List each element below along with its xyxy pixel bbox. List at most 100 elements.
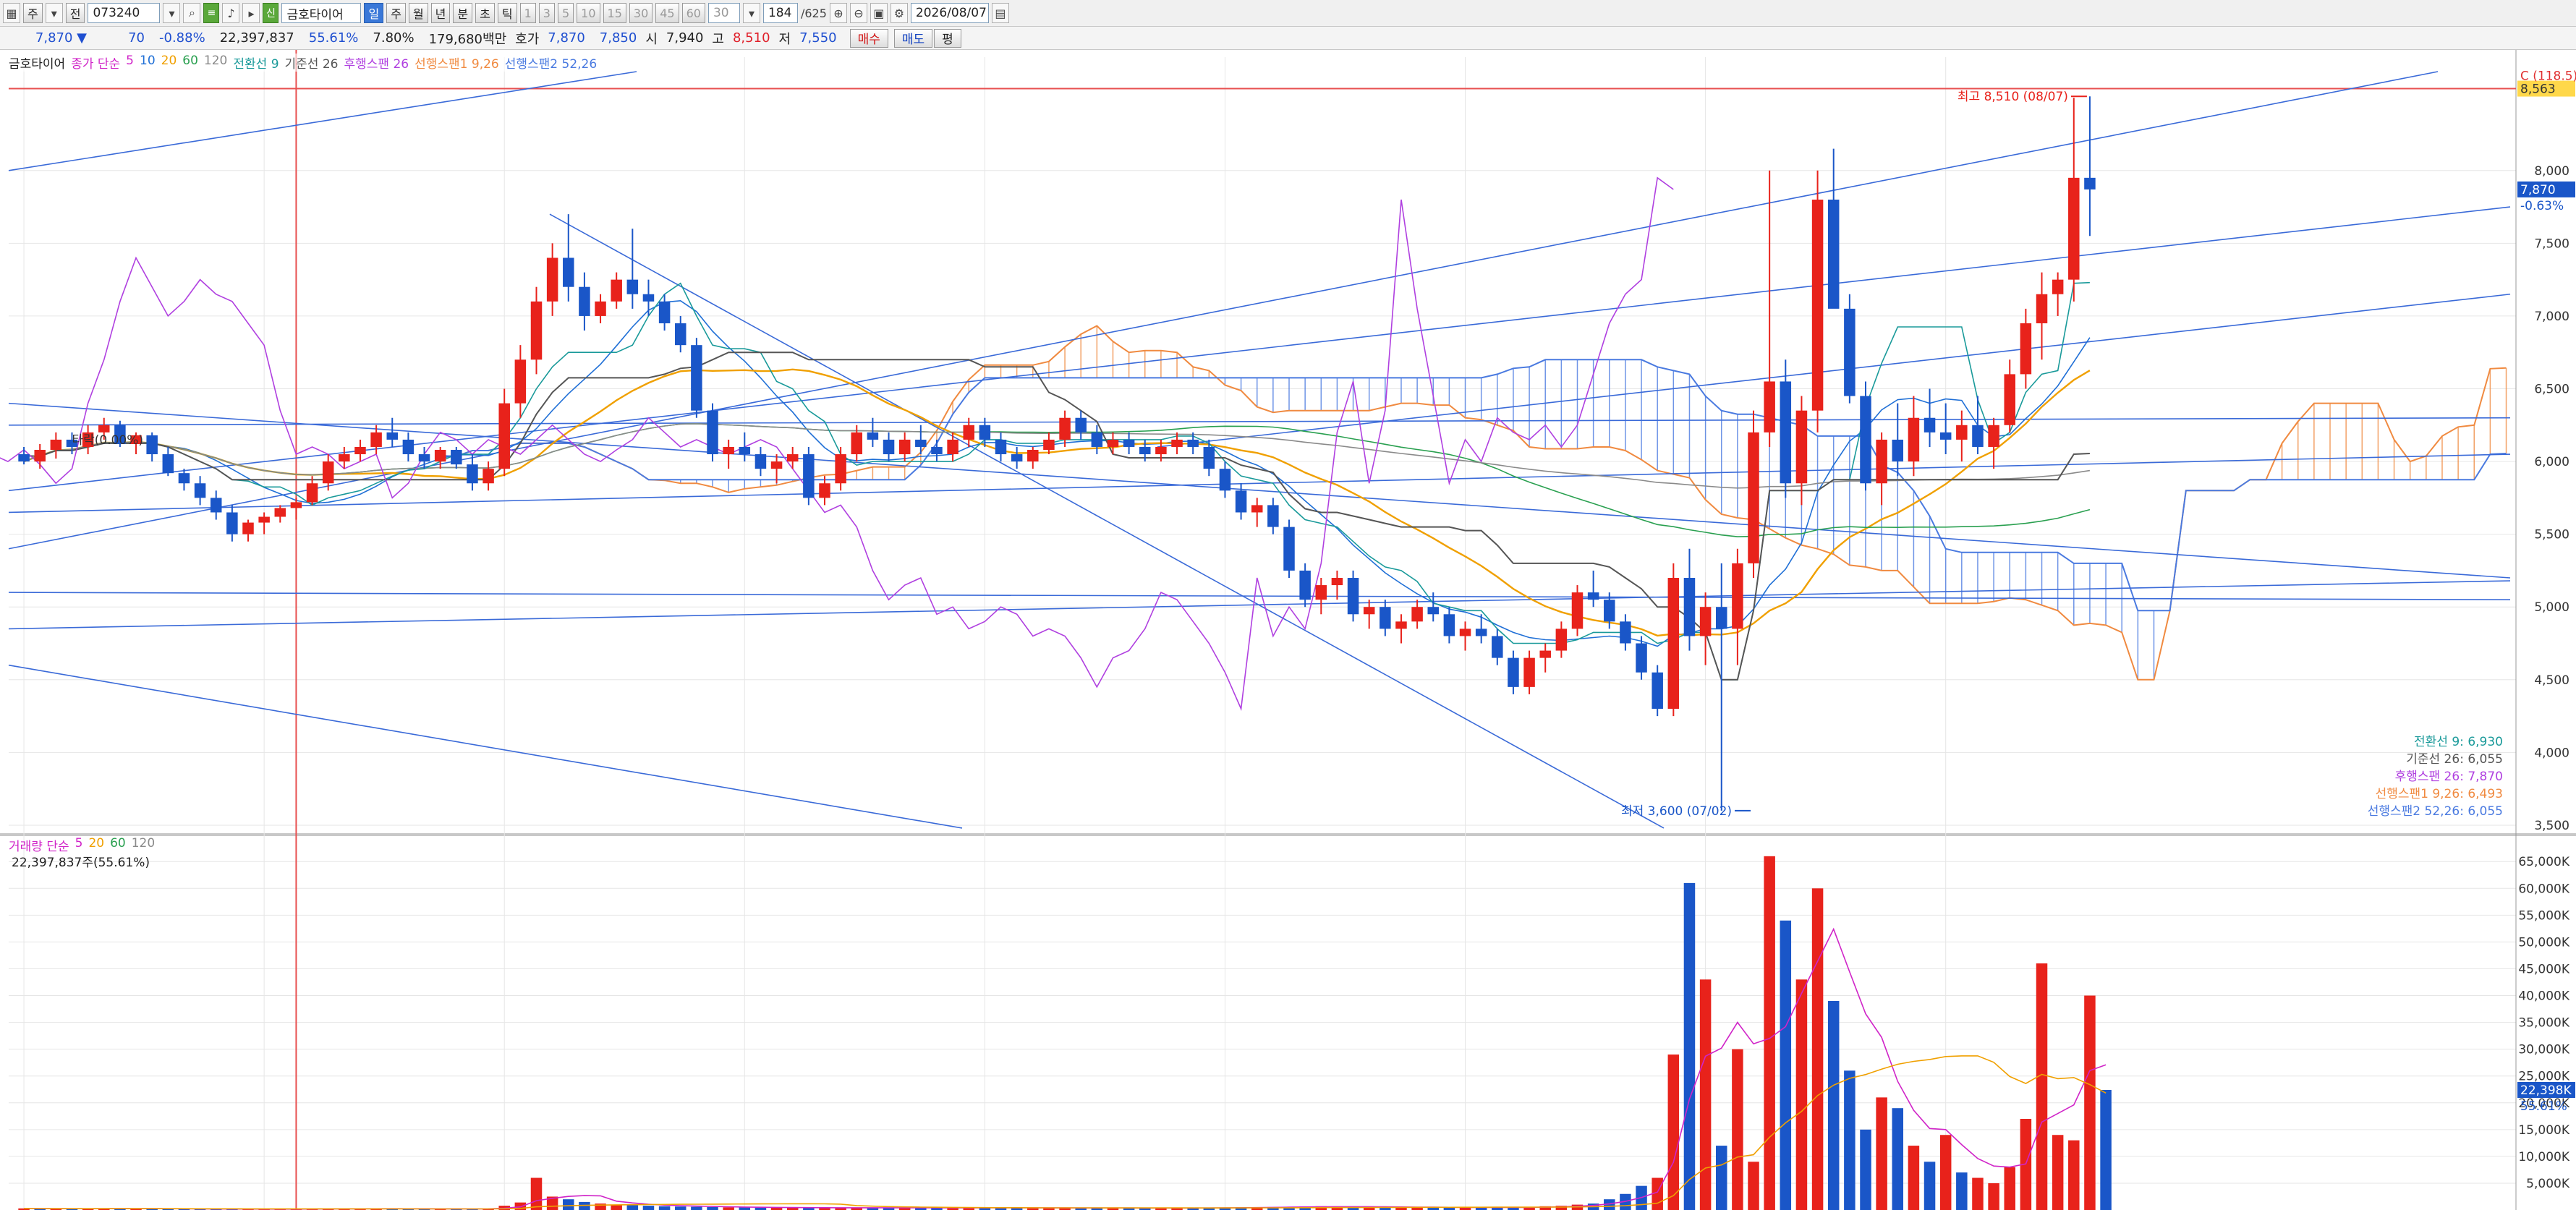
zoom-in-icon[interactable]: ⊕ (829, 3, 847, 23)
candle-body (1347, 577, 1359, 615)
zoom-out-icon[interactable]: ⊖ (849, 3, 867, 23)
low-annotation: 최저 3,600 (07/02) (1621, 804, 1732, 819)
unit-5-button[interactable]: 5 (557, 3, 574, 23)
volume-bar (739, 1207, 751, 1210)
period-week-tab[interactable]: 주 (386, 3, 406, 23)
volume-tick-label: 10,000K (2518, 1150, 2569, 1164)
candle-body (2020, 323, 2032, 375)
candle-body (1604, 600, 1615, 622)
trend-line (8, 402, 2511, 579)
candle-body (915, 439, 927, 447)
candle-body (707, 410, 718, 455)
save-icon[interactable]: ▣ (870, 3, 888, 23)
period-tick-tab[interactable]: 틱 (497, 3, 517, 23)
unit-30-button[interactable]: 30 (629, 3, 653, 23)
conversion-line (24, 281, 2090, 681)
unit-1-button[interactable]: 1 (519, 3, 536, 23)
candle-body (898, 439, 911, 455)
period-month-tab[interactable]: 월 (408, 3, 428, 23)
volume-tick-label: 25,000K (2518, 1070, 2569, 1084)
candle-body (1139, 446, 1151, 455)
candle-body (786, 454, 799, 462)
candle-body (1860, 396, 1871, 484)
trend-line (8, 592, 2511, 600)
count-total: /625 (800, 6, 827, 20)
candle-body (931, 446, 943, 455)
volume-bar (2068, 1140, 2080, 1210)
calendar-icon[interactable]: ▤ (991, 3, 1009, 23)
unit-15-button[interactable]: 15 (603, 3, 626, 23)
period-day-button[interactable]: 일 (364, 3, 384, 23)
candle-body (2004, 374, 2015, 425)
volume-tick-label: 30,000K (2518, 1043, 2569, 1057)
unit-input[interactable]: 30 (707, 3, 740, 23)
unit-3-button[interactable]: 3 (538, 3, 555, 23)
candle-body (386, 432, 399, 440)
volume-bar (1795, 979, 1808, 1210)
ask-label: 호가 (515, 31, 540, 47)
base-line (24, 352, 2090, 681)
indicator-value: 기준선 26: 6,055 (2406, 752, 2503, 767)
code-dropdown-icon[interactable]: ▾ (163, 3, 181, 23)
candle-body (1155, 446, 1167, 455)
candle-body (418, 454, 430, 462)
unit-dropdown-icon[interactable]: ▾ (742, 3, 760, 23)
period-minute-tab[interactable]: 분 (453, 3, 473, 23)
unit-10-button[interactable]: 10 (577, 3, 600, 23)
stock-name-field[interactable]: 금호타이어 (281, 3, 362, 23)
sell-button[interactable]: 매도 (893, 28, 933, 48)
eval-button[interactable]: 평 (934, 28, 961, 48)
candle-body (451, 449, 462, 465)
candle-body (483, 469, 494, 484)
volume-bar (2036, 963, 2048, 1210)
candle-body (563, 257, 574, 287)
volume-bar (691, 1206, 702, 1210)
indicator-value: 선행스팬1 9,26: 6,493 (2376, 787, 2503, 801)
candle-body (1764, 381, 1775, 433)
candle-body (867, 432, 879, 440)
legend-conv: 전환선 9 (233, 57, 279, 72)
period-second-tab[interactable]: 초 (475, 3, 495, 23)
period-year-tab[interactable]: 년 (430, 3, 451, 23)
candle-body (2084, 177, 2096, 189)
candle-body (1492, 636, 1503, 658)
volume-bar (642, 1206, 655, 1210)
legend-ma5: 5 (126, 54, 134, 68)
volume-bar (2100, 1089, 2112, 1210)
candle-body (1075, 417, 1087, 433)
period-week-button[interactable]: 주 (23, 3, 43, 23)
layout-icon[interactable]: ▦ (3, 3, 20, 23)
sound-icon[interactable]: ♪ (222, 3, 240, 23)
candle-body (1748, 432, 1759, 563)
unit-45-button[interactable]: 45 (655, 3, 679, 23)
candle-body (34, 449, 46, 462)
candle-body (1636, 643, 1647, 673)
candle-body (1539, 650, 1551, 658)
candle-body (1043, 439, 1055, 450)
stock-code-input[interactable]: 073240 (88, 3, 161, 23)
candle-body (2052, 279, 2064, 294)
unit-60-button[interactable]: 60 (681, 3, 705, 23)
top-price-tag: 8,563 (2520, 82, 2556, 97)
legend-stock-name: 금호타이어 (9, 57, 66, 72)
buy-button[interactable]: 매수 (849, 28, 888, 48)
candle-body (322, 461, 334, 484)
trend-line (8, 206, 2511, 492)
watchlist-icon[interactable]: ≡ (203, 3, 220, 23)
volume-bar (1844, 1070, 1856, 1210)
settings-icon[interactable]: ⚙ (890, 3, 908, 23)
volume-bar (2052, 1135, 2064, 1210)
candle-body (1939, 432, 1952, 440)
count-input[interactable]: 184 (762, 3, 798, 23)
date-input[interactable]: 2026/08/07 (910, 3, 989, 23)
dropdown-icon[interactable]: ▾ (45, 3, 63, 23)
top-tag-secondary: C (118.5) (2520, 69, 2576, 84)
price-legend: 금호타이어 종가 단순 5 10 20 60 120 전환선 9 기준선 26 … (9, 54, 598, 72)
candle-body (1795, 410, 1808, 484)
candle-body (1299, 570, 1311, 600)
period-full-button[interactable]: 전 (65, 3, 85, 23)
arrow-icon[interactable]: ▸ (242, 3, 260, 23)
price-tick-label: 5,500 (2534, 528, 2569, 542)
search-icon[interactable]: ⌕ (183, 3, 201, 23)
stock-chart[interactable]: 3,500 4,000 4,500 5,000 5,500 6,000 6,500 7,000… (0, 50, 2576, 1210)
